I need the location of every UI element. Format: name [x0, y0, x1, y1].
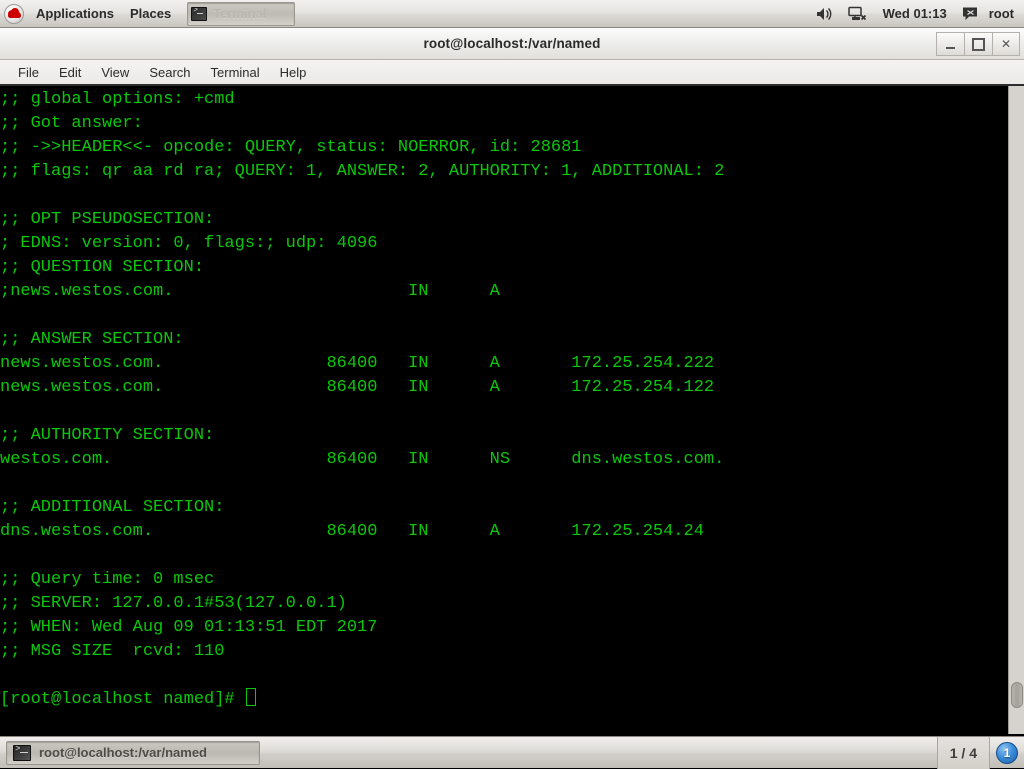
menu-bar: File Edit View Search Terminal Help	[0, 60, 1024, 86]
minimize-button[interactable]	[936, 32, 964, 56]
tasklist-item-terminal[interactable]: root@localhost:/var/named	[6, 740, 260, 765]
title-bar[interactable]: root@localhost:/var/named	[0, 28, 1024, 60]
applications-menu-label: Applications	[36, 6, 115, 21]
terminal-line: dns.westos.com. 86400 IN A 172.25.254.24	[0, 522, 704, 541]
terminal-body[interactable]: ;; global options: +cmd ;; Got answer: ;; …	[0, 86, 1024, 734]
message-icon[interactable]	[962, 6, 979, 22]
places-menu-label: Places	[130, 6, 172, 21]
menu-view[interactable]: View	[91, 63, 139, 82]
shell-prompt: [root@localhost named]#	[0, 690, 245, 709]
workspace-switcher[interactable]: 1 / 4	[936, 736, 990, 769]
terminal-scrollbar[interactable]	[1008, 86, 1024, 734]
menu-edit[interactable]: Edit	[49, 63, 91, 82]
red-hat-logo-icon[interactable]	[4, 3, 24, 24]
terminal-line: ;; OPT PSEUDOSECTION:	[0, 210, 215, 229]
terminal-cursor	[245, 688, 256, 706]
places-menu[interactable]: Places	[122, 1, 179, 27]
tasklist-item-label: root@localhost:/var/named	[39, 745, 207, 760]
menu-file[interactable]: File	[8, 63, 49, 82]
terminal-scrollbar-thumb[interactable]	[1011, 682, 1023, 708]
terminal-window: root@localhost:/var/named File Edit View…	[0, 28, 1024, 736]
bottom-panel: root@localhost:/var/named 1 / 4 1	[0, 736, 1024, 769]
terminal-line: ;; global options: +cmd	[0, 90, 235, 109]
notification-badge[interactable]: 1	[996, 741, 1018, 764]
applications-menu[interactable]: Applications	[28, 1, 122, 27]
maximize-button[interactable]	[964, 32, 992, 56]
terminal-line: westos.com. 86400 IN NS dns.westos.com.	[0, 450, 725, 469]
window-list-button-terminal[interactable]: Terminal	[187, 1, 296, 26]
menu-terminal[interactable]: Terminal	[201, 63, 270, 82]
terminal-line: ;; AUTHORITY SECTION:	[0, 426, 215, 445]
terminal-line: ;; Query time: 0 msec	[0, 570, 215, 589]
terminal-output[interactable]: ;; global options: +cmd ;; Got answer: ;; …	[0, 86, 1008, 734]
terminal-line: news.westos.com. 86400 IN A 172.25.254.1…	[0, 378, 715, 397]
terminal-line: ;; ANSWER SECTION:	[0, 330, 184, 349]
terminal-line: ;; flags: qr aa rd ra; QUERY: 1, ANSWER:…	[0, 162, 725, 181]
terminal-line: ; EDNS: version: 0, flags:; udp: 4096	[0, 234, 378, 253]
terminal-icon	[13, 744, 31, 761]
menu-search[interactable]: Search	[139, 63, 200, 82]
window-list-button-label: Terminal	[213, 6, 267, 21]
user-name[interactable]: root	[986, 6, 1024, 21]
menu-help[interactable]: Help	[270, 63, 317, 82]
shell-prompt-line: [root@localhost named]#	[0, 688, 1008, 712]
terminal-line: ;; Got answer:	[0, 114, 143, 133]
bottom-panel-right: 1 / 4 1	[936, 736, 1024, 769]
terminal-line: ;; MSG SIZE rcvd: 110	[0, 642, 225, 661]
terminal-line: ;; SERVER: 127.0.0.1#53(127.0.0.1)	[0, 594, 347, 613]
close-button[interactable]	[992, 32, 1020, 56]
terminal-line: ;; ->>HEADER<<- opcode: QUERY, status: N…	[0, 138, 582, 157]
terminal-line: news.westos.com. 86400 IN A 172.25.254.2…	[0, 354, 715, 373]
terminal-line: ;news.westos.com. IN A	[0, 282, 500, 301]
top-panel: Applications Places Terminal Wed 0	[0, 0, 1024, 28]
terminal-line: ;; QUESTION SECTION:	[0, 258, 205, 277]
terminal-line: ;; WHEN: Wed Aug 09 01:13:51 EDT 2017	[0, 618, 378, 637]
volume-icon[interactable]	[816, 6, 834, 22]
terminal-line: ;; ADDITIONAL SECTION:	[0, 498, 225, 517]
window-controls	[936, 32, 1020, 56]
terminal-icon	[191, 6, 208, 21]
clock[interactable]: Wed 01:13	[875, 6, 955, 21]
network-disconnected-icon[interactable]	[847, 6, 868, 22]
top-panel-tray: Wed 01:13 root	[809, 0, 1024, 27]
window-title: root@localhost:/var/named	[423, 36, 601, 51]
top-panel-left: Applications Places Terminal	[0, 0, 296, 27]
